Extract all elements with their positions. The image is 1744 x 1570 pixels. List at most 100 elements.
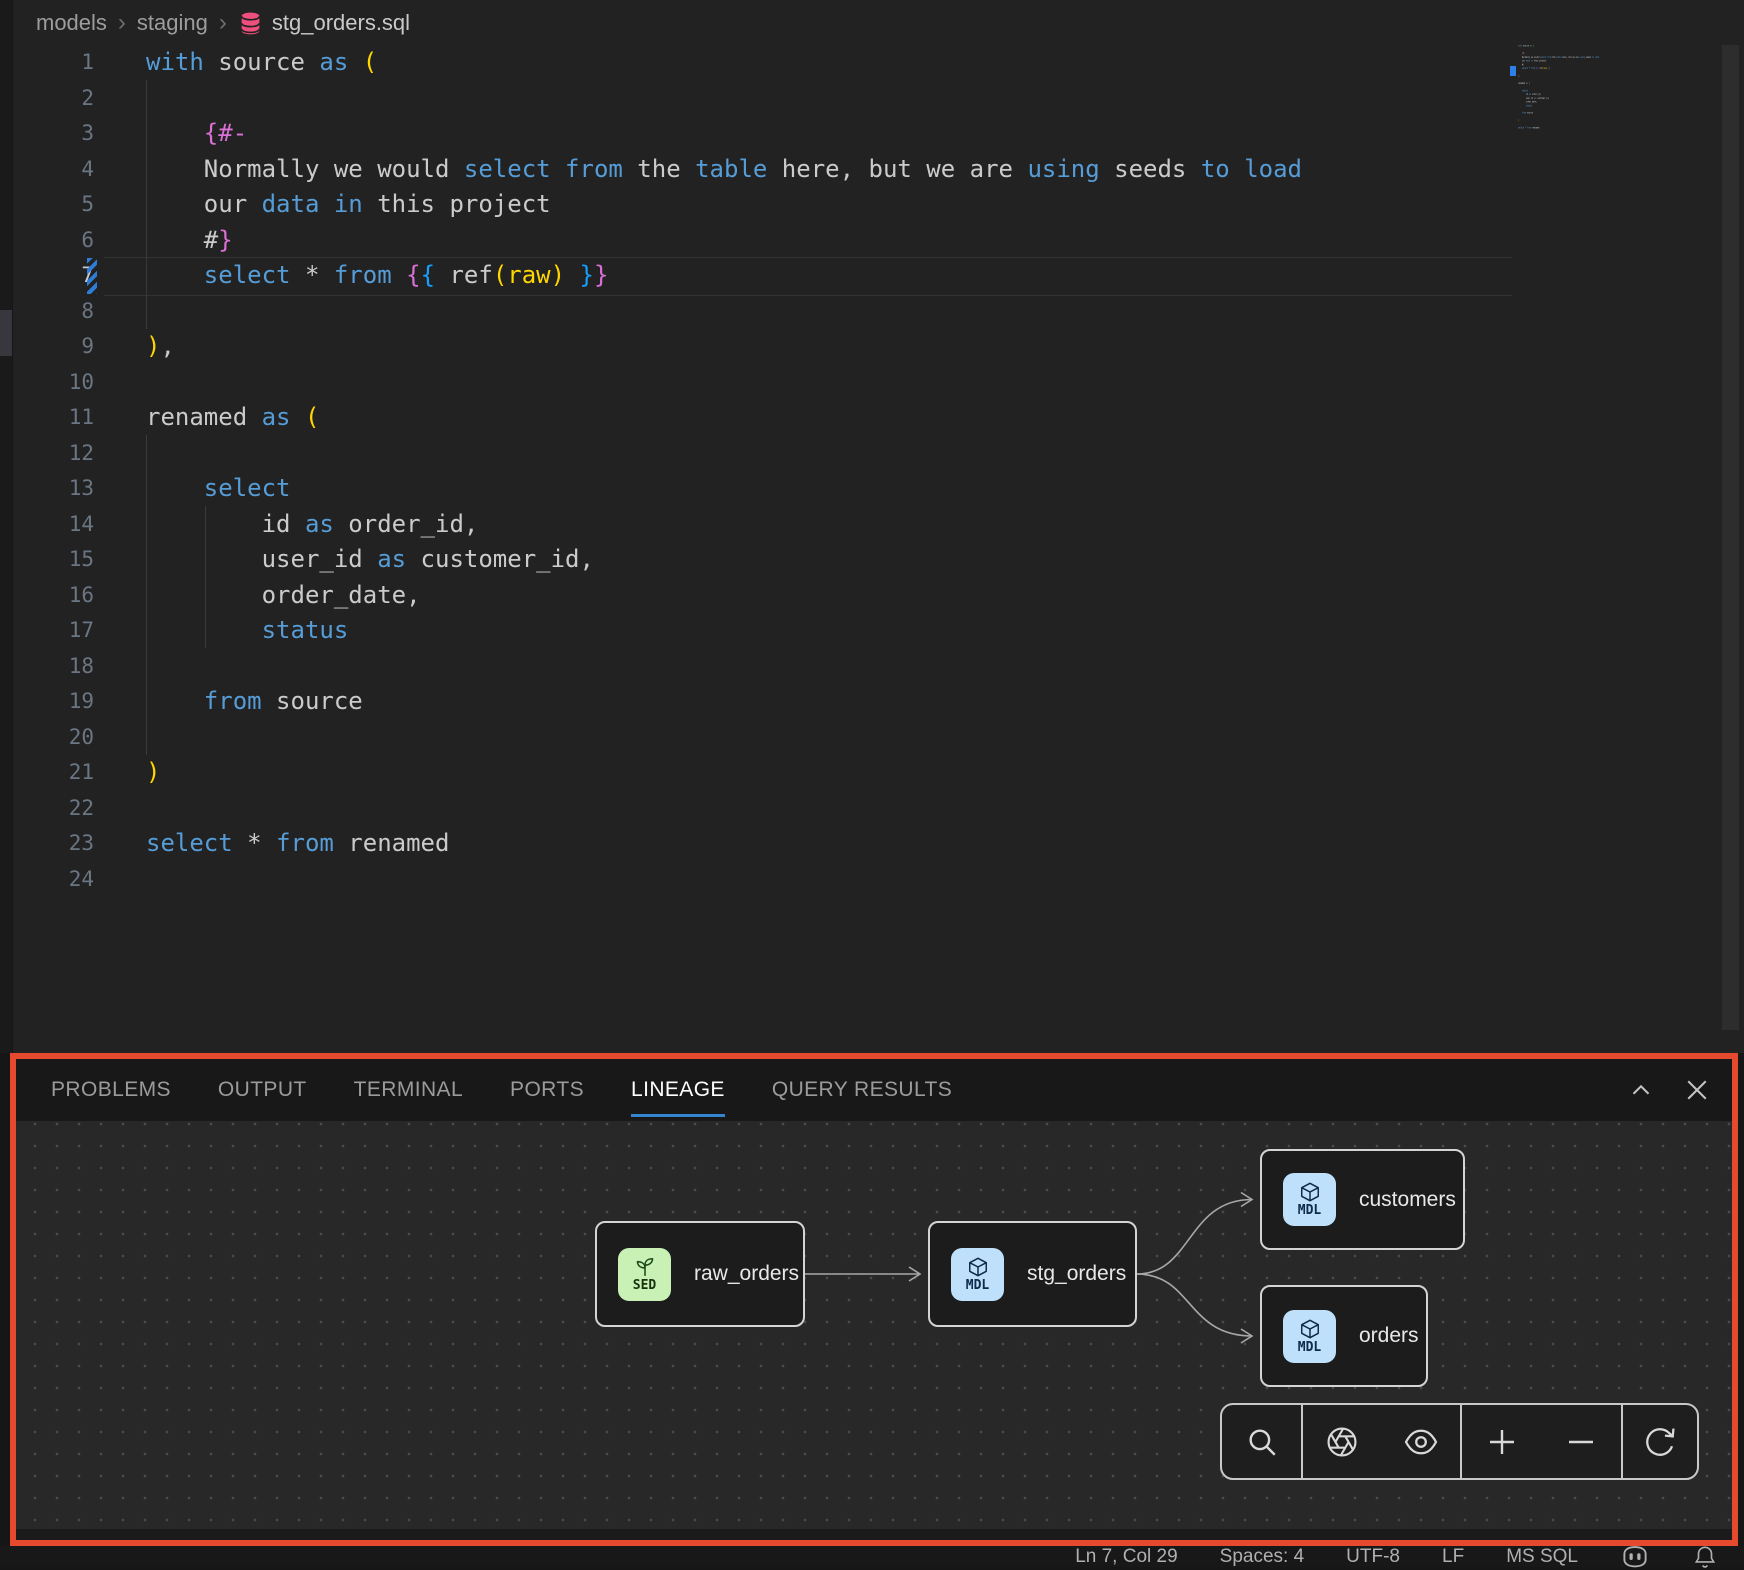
status-ms-sql[interactable]: MS SQL: [1506, 1546, 1578, 1568]
node-label: orders: [1359, 1324, 1419, 1348]
annotation-highlight-box: PROBLEMS OUTPUT TERMINAL PORTS LINEAGE QUERY …: [10, 1053, 1738, 1546]
breadcrumb-filename: stg_orders.sql: [272, 10, 410, 36]
breadcrumb-folder[interactable]: staging: [137, 10, 208, 36]
breadcrumb-folder[interactable]: models: [36, 10, 107, 36]
refresh-icon[interactable]: [1623, 1405, 1697, 1478]
line-number: 12: [0, 436, 94, 472]
panel-tabs: PROBLEMS OUTPUT TERMINAL PORTS LINEAGE QUERY …: [16, 1059, 1732, 1121]
code-line[interactable]: Normally we would select from the table …: [146, 152, 1302, 188]
code-line[interactable]: from source: [146, 684, 1302, 720]
code-line[interactable]: select * from {{ ref(raw) }}: [146, 258, 1302, 294]
code-editor[interactable]: models › staging › stg_orders.sql 12 3456…: [0, 0, 1744, 1053]
editor-gutter: 123456789101112131415161718192021222324: [0, 45, 94, 897]
code-line[interactable]: with source as (: [146, 45, 1302, 81]
line-number: 21: [0, 755, 94, 791]
code-line[interactable]: order_date,: [146, 578, 1302, 614]
code-line[interactable]: id as order_id,: [146, 507, 1302, 543]
code-line[interactable]: ),: [146, 329, 1302, 365]
lineage-node-customers[interactable]: MDLcustomers: [1260, 1149, 1465, 1250]
code-line[interactable]: [146, 81, 1302, 117]
code-line[interactable]: select * from {{ ref(raw) }}: [1518, 66, 1529, 70]
line-number: 13: [0, 471, 94, 507]
tab-query-results[interactable]: QUERY RESULTS: [772, 1078, 952, 1102]
status-utf-8[interactable]: UTF-8: [1346, 1546, 1400, 1568]
code-line[interactable]: status: [146, 613, 1302, 649]
tab-ports[interactable]: PORTS: [510, 1078, 584, 1102]
eye-icon[interactable]: [1382, 1405, 1461, 1478]
tab-lineage[interactable]: LINEAGE: [631, 1078, 725, 1102]
code-line[interactable]: [1518, 130, 1529, 134]
line-number: 22: [0, 791, 94, 827]
status-ln-7-col-29[interactable]: Ln 7, Col 29: [1075, 1546, 1177, 1568]
code-line[interactable]: user_id as customer_id,: [146, 542, 1302, 578]
line-number: 8: [0, 294, 94, 330]
lineage-node-raw_orders[interactable]: SEDraw_orders: [595, 1221, 805, 1327]
code-line[interactable]: renamed as (: [146, 400, 1302, 436]
code-line[interactable]: status: [1518, 104, 1529, 108]
search-icon[interactable]: [1222, 1405, 1301, 1478]
close-icon[interactable]: [1682, 1075, 1712, 1105]
tab-terminal[interactable]: TERMINAL: [354, 1078, 463, 1102]
line-number: 5: [0, 187, 94, 223]
code-line[interactable]: renamed as (: [1518, 81, 1529, 85]
code-line[interactable]: select: [146, 471, 1302, 507]
line-number: 6: [0, 223, 94, 259]
status-spaces-4[interactable]: Spaces: 4: [1220, 1546, 1305, 1568]
minimap-modified-marker: [1510, 66, 1516, 76]
lineage-node-orders[interactable]: MDL orders: [1260, 1285, 1428, 1387]
tab-problems[interactable]: PROBLEMS: [51, 1078, 171, 1102]
code-line[interactable]: from source: [1518, 111, 1529, 115]
model-icon: MDL: [1283, 1310, 1336, 1363]
code-line[interactable]: select * from renamed: [1518, 126, 1529, 130]
modified-line-marker: [87, 258, 97, 294]
model-icon: MDL: [951, 1248, 1004, 1301]
code-line[interactable]: [146, 791, 1302, 827]
code-line[interactable]: {#-: [146, 116, 1302, 152]
code-line[interactable]: [146, 436, 1302, 472]
panel-footer-strip: [16, 1529, 1732, 1540]
editor-scrollbar[interactable]: [1722, 45, 1739, 1030]
lineage-canvas[interactable]: SEDraw_orders MDL stg_orders MDLcustomers MD…: [16, 1121, 1732, 1529]
zoom-out-icon[interactable]: [1542, 1405, 1622, 1478]
code-line[interactable]: [146, 649, 1302, 685]
dbt-database-icon: [238, 11, 263, 36]
code-line[interactable]: [146, 365, 1302, 401]
line-number: 17: [0, 613, 94, 649]
lineage-node-stg_orders[interactable]: MDL stg_orders: [928, 1221, 1137, 1327]
line-number: 3: [0, 116, 94, 152]
chevron-up-icon[interactable]: [1626, 1075, 1656, 1105]
tab-output[interactable]: OUTPUT: [218, 1078, 307, 1102]
aperture-icon[interactable]: [1303, 1405, 1382, 1478]
line-number: 1: [0, 45, 94, 81]
editor-code[interactable]: with source as ( {#- Normally we would s…: [146, 45, 1302, 897]
breadcrumb: models › staging › stg_orders.sql: [36, 10, 410, 36]
status-bar: Ln 7, Col 29 Spaces: 4 UTF-8 LF MS SQL: [0, 1546, 1744, 1567]
minimap-content: with source as ( {#- Normally we would s…: [1518, 44, 1529, 133]
bell-icon[interactable]: [1692, 1544, 1718, 1570]
code-line[interactable]: select * from renamed: [146, 826, 1302, 862]
line-number: 9: [0, 329, 94, 365]
breadcrumb-file[interactable]: stg_orders.sql: [238, 10, 410, 36]
code-line[interactable]: ): [146, 755, 1302, 791]
minimap[interactable]: with source as ( {#- Normally we would s…: [1518, 44, 1668, 164]
code-line[interactable]: [146, 720, 1302, 756]
code-line[interactable]: #}: [146, 223, 1302, 259]
line-number: 7: [0, 258, 94, 294]
line-number: 15: [0, 542, 94, 578]
code-line[interactable]: our data in this project: [146, 187, 1302, 223]
code-line[interactable]: [146, 294, 1302, 330]
node-label: stg_orders: [1027, 1262, 1126, 1286]
zoom-in-icon[interactable]: [1462, 1405, 1542, 1478]
line-number: 20: [0, 720, 94, 756]
line-number: 16: [0, 578, 94, 614]
chevron-right-icon: ›: [219, 12, 227, 34]
code-line[interactable]: [146, 862, 1302, 898]
line-number: 11: [0, 400, 94, 436]
chevron-right-icon: ›: [118, 12, 126, 34]
line-number: 18: [0, 649, 94, 685]
code-line[interactable]: with source as (: [1518, 44, 1529, 48]
line-number: 14: [0, 507, 94, 543]
status-lf[interactable]: LF: [1442, 1546, 1464, 1568]
line-number: 4: [0, 152, 94, 188]
copilot-icon[interactable]: [1620, 1544, 1650, 1570]
